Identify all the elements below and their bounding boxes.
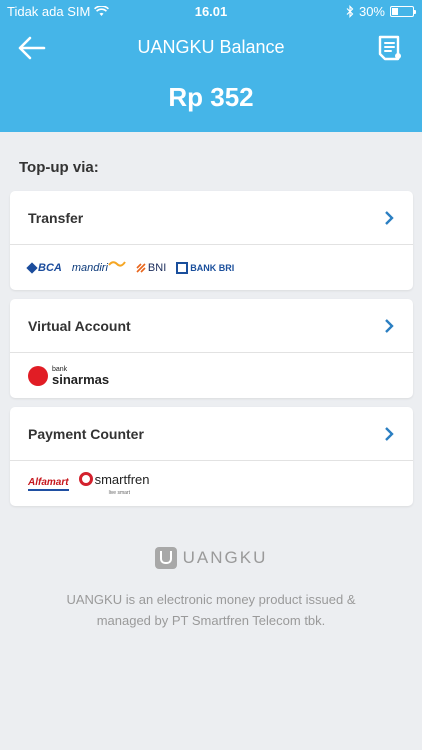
mandiri-wave-icon: [108, 260, 126, 267]
battery-percent: 30%: [358, 4, 385, 19]
bluetooth-icon: [346, 5, 354, 18]
sinarmas-logo-text: sinarmas: [52, 371, 110, 387]
bri-mark-icon: [176, 261, 189, 274]
battery-level: [392, 8, 398, 15]
bri-logo-text: BANK BRI: [190, 262, 235, 273]
bca-logo: BCA: [26, 261, 62, 274]
chevron-right-icon[interactable]: [383, 210, 395, 226]
uangku-brand: UANGKU: [0, 547, 422, 569]
topup-method-title: Virtual Account: [28, 317, 131, 334]
brand-name: UANGKU: [182, 548, 268, 567]
smartfren-tagline: live smart: [108, 489, 130, 496]
topup-method-title: Payment Counter: [28, 425, 144, 442]
header-bar: Tidak ada SIM 16.01 30% UANGKU Balance R…: [0, 0, 422, 132]
footer-disclaimer: UANGKU is an electronic money product is…: [66, 592, 356, 628]
document-list-icon[interactable]: [376, 34, 404, 62]
smartfren-logo-text: smartfren: [94, 471, 150, 487]
bca-mark-icon: [26, 261, 38, 274]
chevron-right-icon[interactable]: [383, 426, 395, 442]
mandiri-logo: mandiri: [71, 260, 126, 274]
bni-logo-text: BNI: [147, 261, 167, 274]
topup-card-transfer[interactable]: Transfer BCA mandiri BNI BANK BRI: [10, 191, 413, 290]
smartfren-logo: smartfren live smart: [78, 471, 150, 496]
alfamart-logo: Alfamart: [28, 477, 69, 491]
bni-mark-icon: [136, 262, 146, 273]
bni-logo: BNI: [136, 262, 166, 274]
topup-card-header[interactable]: Payment Counter: [10, 407, 413, 461]
topup-label: Top-up via:: [19, 159, 99, 176]
page-title: UANGKU Balance: [137, 37, 285, 57]
battery-icon: [390, 6, 416, 17]
balance-amount: Rp 352: [168, 82, 254, 112]
smartfren-mark-icon: [78, 472, 93, 486]
bca-logo-text: BCA: [38, 261, 62, 274]
topup-card-header[interactable]: Transfer: [10, 191, 413, 245]
topup-card-payment-counter[interactable]: Payment Counter Alfamart smartfren live …: [10, 407, 413, 506]
bank-logos: BCA mandiri BNI BANK BRI: [10, 245, 413, 290]
sinarmas-mark-icon: [28, 365, 48, 386]
sinarmas-logo: bank sinarmas: [28, 365, 110, 387]
bri-logo: BANK BRI: [176, 261, 235, 274]
counter-logos: Alfamart smartfren live smart: [10, 461, 413, 506]
status-bar: Tidak ada SIM 16.01 30%: [0, 0, 422, 24]
topup-card-virtual-account[interactable]: Virtual Account bank sinarmas: [10, 299, 413, 398]
topup-method-title: Transfer: [28, 209, 84, 226]
topup-card-header[interactable]: Virtual Account: [10, 299, 413, 353]
uangku-logo-icon: [154, 547, 177, 569]
bank-logos: bank sinarmas: [10, 353, 413, 398]
chevron-right-icon[interactable]: [383, 318, 395, 334]
mandiri-logo-text: mandiri: [71, 261, 108, 274]
